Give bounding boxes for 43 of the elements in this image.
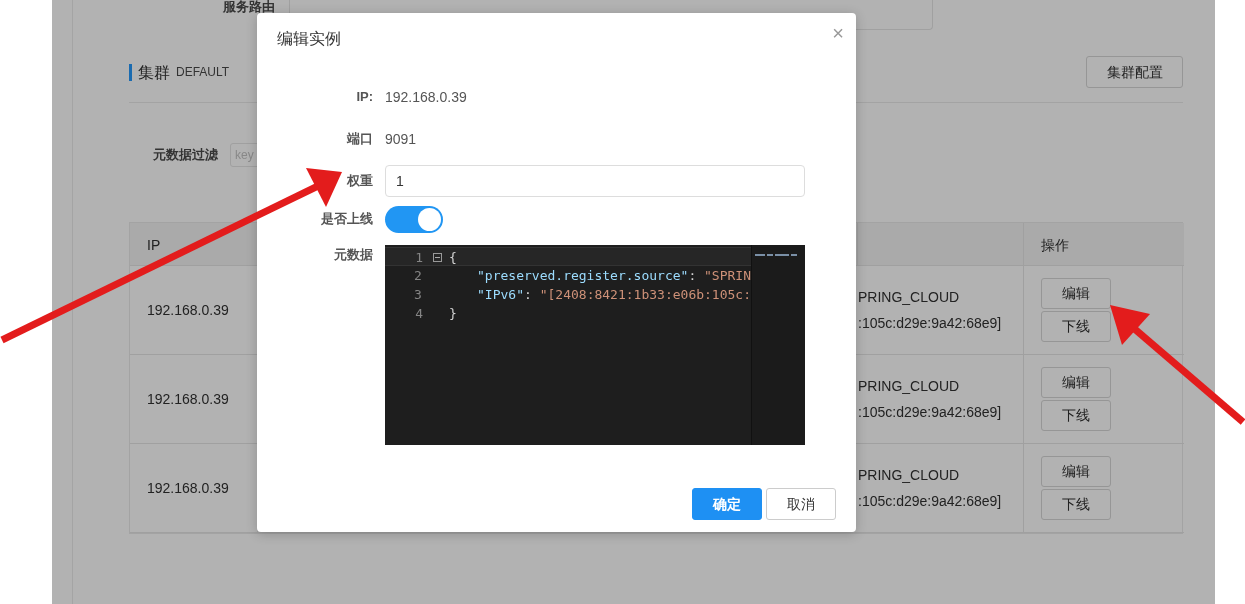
line-number: 4 xyxy=(414,305,423,323)
code-line: } xyxy=(449,305,457,323)
cancel-button[interactable]: 取消 xyxy=(766,488,836,520)
metadata-text: :105c:d29e:9a42:68e9] xyxy=(858,404,1002,420)
field-label: 是否上线 xyxy=(321,211,373,227)
table-cell: 192.168.0.39 xyxy=(147,480,229,496)
code-line: "preserved.register.source": "SPRIN xyxy=(476,267,751,285)
offline-button[interactable]: 下线 xyxy=(1041,311,1111,342)
toggle-switch[interactable] xyxy=(385,205,443,233)
code-line: { xyxy=(449,249,457,265)
offline-button[interactable]: 下线 xyxy=(1041,489,1111,520)
edit-button[interactable]: 编辑 xyxy=(1041,278,1111,309)
line-number: 3 xyxy=(413,286,422,304)
field-value: 9091 xyxy=(385,129,417,149)
fold-icon[interactable] xyxy=(433,253,442,262)
code-editor[interactable]: 1 { 2 "preserved.register.source": "SPRIN 3 "IPv6": "[2408:8421:1b33:e06b:105c: 4 } xyxy=(385,245,805,445)
field-label: 元数据 xyxy=(334,247,373,262)
offline-button[interactable]: 下线 xyxy=(1041,400,1111,431)
metadata-text: PRING_CLOUD xyxy=(858,289,960,305)
edit-button[interactable]: 编辑 xyxy=(1041,367,1111,398)
minimap-drawing xyxy=(755,253,797,256)
modal-title: 编辑实例 xyxy=(277,29,341,49)
metadata-text: PRING_CLOUD xyxy=(858,467,960,483)
field-label: 服务路由 xyxy=(222,0,276,16)
table-cell: 192.168.0.39 xyxy=(147,391,229,407)
weight-input[interactable]: 1 xyxy=(385,165,805,197)
edit-button[interactable]: 编辑 xyxy=(1041,456,1111,487)
metadata-text: :105c:d29e:9a42:68e9] xyxy=(858,493,1002,509)
section-title: 集群 xyxy=(129,63,170,81)
column-header: 操作 xyxy=(1024,223,1184,266)
field-label: 权重 xyxy=(347,173,373,189)
line-number: 1 xyxy=(414,249,423,265)
cluster-config-button[interactable]: 集群配置 xyxy=(1086,56,1183,88)
line-number: 2 xyxy=(413,267,422,285)
filter-label: 元数据过滤 xyxy=(153,146,218,165)
metadata-text: :105c:d29e:9a42:68e9] xyxy=(858,315,1002,331)
field-label: IP: xyxy=(356,89,373,105)
metadata-text: PRING_CLOUD xyxy=(858,378,960,394)
cluster-name: DEFAULT xyxy=(176,64,230,81)
code-line: "IPv6": "[2408:8421:1b33:e06b:105c: xyxy=(476,286,751,304)
field-label: 端口 xyxy=(347,131,373,147)
field-value: 192.168.0.39 xyxy=(385,87,467,107)
table-cell: 192.168.0.39 xyxy=(147,302,229,318)
